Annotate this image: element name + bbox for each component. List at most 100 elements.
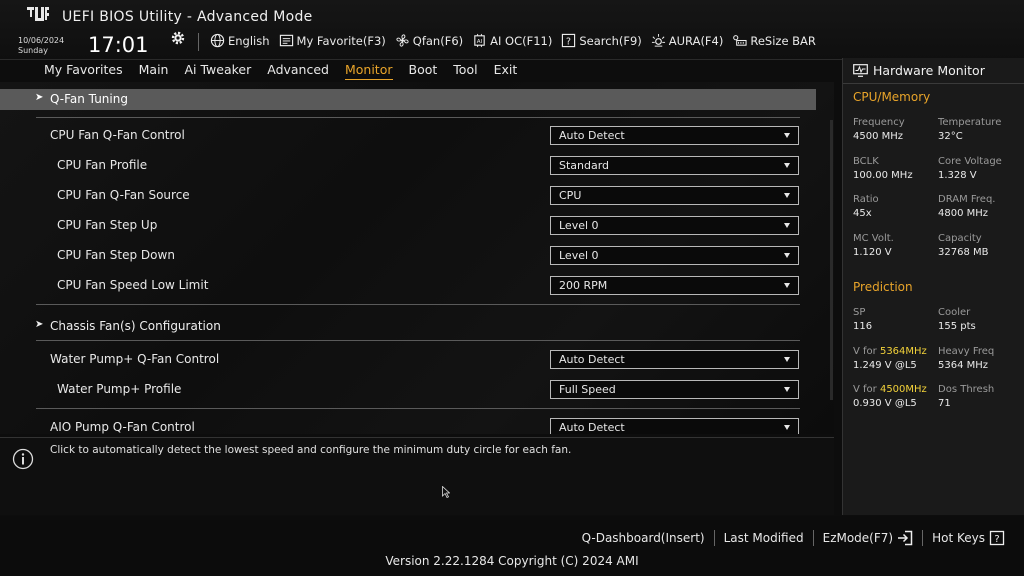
tuf-logo-icon xyxy=(27,7,49,21)
aura-button[interactable]: AURA(F4) xyxy=(651,33,723,48)
language-button[interactable]: English xyxy=(210,33,270,48)
last-modified-button[interactable]: Last Modified xyxy=(715,531,813,545)
setting-row: AIO Pump Q-Fan Control Auto Detect xyxy=(0,416,816,434)
toolbar: English My Favorite(F3) Qfan(F6) AI AI O… xyxy=(210,33,816,48)
hw-value: 45x xyxy=(853,208,872,219)
qdashboard-button[interactable]: Q-Dashboard(Insert) xyxy=(573,531,714,545)
hw-value: 71 xyxy=(938,398,951,409)
cpu-fan-step-up-select[interactable]: Level 0 xyxy=(550,216,799,235)
cpu-fan-speed-low-limit-select[interactable]: 200 RPM xyxy=(550,276,799,295)
svg-text:?: ? xyxy=(566,36,571,47)
hw-frequency: Frequency 4500 MHz xyxy=(853,116,943,144)
menu-boot[interactable]: Boot xyxy=(409,62,438,80)
gear-icon[interactable] xyxy=(170,30,186,46)
aio-pump-qfan-control-select[interactable]: Auto Detect xyxy=(550,418,799,434)
menu-tool[interactable]: Tool xyxy=(453,62,477,80)
resize-bar-label: ReSize BAR xyxy=(750,33,816,48)
select-value: Auto Detect xyxy=(559,353,625,366)
cpu-memory-title: CPU/Memory xyxy=(853,90,931,104)
cpu-fan-qfan-source-select[interactable]: CPU xyxy=(550,186,799,205)
clock[interactable]: 17:01 xyxy=(88,33,149,57)
section-title: Q-Fan Tuning xyxy=(50,92,128,106)
water-pump-profile-select[interactable]: Full Speed xyxy=(550,380,799,399)
favorite-icon xyxy=(279,34,293,47)
setting-label: CPU Fan Step Up xyxy=(57,218,158,232)
menu-ai-tweaker[interactable]: Ai Tweaker xyxy=(184,62,251,80)
info-icon xyxy=(12,448,34,470)
qfan-label: Qfan(F6) xyxy=(412,33,464,48)
select-value: Full Speed xyxy=(559,383,616,396)
select-value: Auto Detect xyxy=(559,129,625,142)
hw-key: Cooler xyxy=(938,307,971,318)
hw-value: 4800 MHz xyxy=(938,208,989,219)
select-value: 200 RPM xyxy=(559,279,608,292)
main-menu: My Favorites Main Ai Tweaker Advanced Mo… xyxy=(44,62,517,80)
hotkeys-button[interactable]: Hot Keys ? xyxy=(923,530,1014,546)
caret-down-icon xyxy=(784,223,790,228)
chassis-fan-section[interactable]: ➤ Chassis Fan(s) Configuration xyxy=(0,316,816,336)
hardware-monitor-header: Hardware Monitor xyxy=(853,63,985,78)
monitor-icon xyxy=(853,64,868,77)
hw-key-freq: 4500MHz xyxy=(879,384,927,395)
hw-key: Heavy Freq xyxy=(938,346,995,357)
hw-value: 100.00 MHz xyxy=(853,170,913,181)
ai-oc-label: AI OC(F11) xyxy=(490,33,553,48)
setting-row: CPU Fan Step Down Level 0 xyxy=(0,244,816,266)
hw-key: Core Voltage xyxy=(938,156,1002,167)
hw-mc-volt: MC Volt. 1.120 V xyxy=(853,232,943,260)
select-value: Level 0 xyxy=(559,219,599,232)
cpu-fan-profile-select[interactable]: Standard xyxy=(550,156,799,175)
expand-arrow-icon: ➤ xyxy=(35,319,44,330)
setting-row: CPU Fan Speed Low Limit 200 RPM xyxy=(0,274,816,296)
hardware-monitor-panel: Hardware Monitor CPU/Memory Frequency 45… xyxy=(842,58,1024,515)
hw-key: V for 4500MHz xyxy=(853,383,943,397)
hw-value: 0.930 V @L5 xyxy=(853,398,917,409)
qfan-tuning-section[interactable]: ➤ Q-Fan Tuning xyxy=(0,89,816,110)
setting-row: CPU Fan Profile Standard xyxy=(0,154,816,176)
menu-my-favorites[interactable]: My Favorites xyxy=(44,62,123,80)
divider xyxy=(843,83,1024,84)
hw-value: 1.120 V xyxy=(853,247,892,258)
setting-row: CPU Fan Q-Fan Source CPU xyxy=(0,184,816,206)
select-value: Auto Detect xyxy=(559,421,625,434)
hw-dos-thresh: Dos Thresh 71 xyxy=(938,383,1024,411)
caret-down-icon xyxy=(784,253,790,258)
hw-bclk: BCLK 100.00 MHz xyxy=(853,155,943,183)
setting-label: CPU Fan Speed Low Limit xyxy=(57,278,209,292)
hw-key: BCLK xyxy=(853,156,879,167)
setting-label: CPU Fan Profile xyxy=(57,158,148,172)
menu-exit[interactable]: Exit xyxy=(494,62,518,80)
cpu-fan-step-down-select[interactable]: Level 0 xyxy=(550,246,799,265)
scrollbar-track[interactable] xyxy=(830,120,833,400)
search-label: Search(F9) xyxy=(579,33,642,48)
my-favorite-button[interactable]: My Favorite(F3) xyxy=(279,33,386,48)
hw-key: Ratio xyxy=(853,194,879,205)
top-bar: UEFI BIOS Utility - Advanced Mode 10/06/… xyxy=(0,0,1024,60)
setting-row: Water Pump+ Profile Full Speed xyxy=(0,378,816,400)
water-pump-qfan-control-select[interactable]: Auto Detect xyxy=(550,350,799,369)
date-display: 10/06/2024 Sunday xyxy=(18,36,64,56)
hw-key: Temperature xyxy=(938,117,1002,128)
resize-bar-button[interactable]: ReSize BAR xyxy=(732,33,816,48)
hw-capacity: Capacity 32768 MB xyxy=(938,232,1024,260)
hotkeys-label: Hot Keys xyxy=(932,531,985,545)
select-value: Level 0 xyxy=(559,249,599,262)
hw-cooler: Cooler 155 pts xyxy=(938,306,1024,334)
day-text: Sunday xyxy=(18,46,48,55)
cpu-fan-qfan-control-select[interactable]: Auto Detect xyxy=(550,126,799,145)
hw-key: Dos Thresh xyxy=(938,384,995,395)
menu-advanced[interactable]: Advanced xyxy=(267,62,329,80)
aura-icon xyxy=(651,33,665,47)
menu-main[interactable]: Main xyxy=(139,62,169,80)
qfan-button[interactable]: Qfan(F6) xyxy=(395,33,463,48)
search-button[interactable]: ? Search(F9) xyxy=(561,33,642,48)
caret-down-icon xyxy=(784,133,790,138)
ai-oc-button[interactable]: AI AI OC(F11) xyxy=(472,33,552,48)
hw-key: V for 5364MHz xyxy=(853,345,943,359)
caret-down-icon xyxy=(784,163,790,168)
ezmode-button[interactable]: EzMode(F7) xyxy=(814,530,922,546)
select-value: CPU xyxy=(559,189,582,202)
menu-monitor[interactable]: Monitor xyxy=(344,62,393,80)
svg-text:AI: AI xyxy=(477,39,483,45)
expand-arrow-icon: ➤ xyxy=(35,92,44,103)
